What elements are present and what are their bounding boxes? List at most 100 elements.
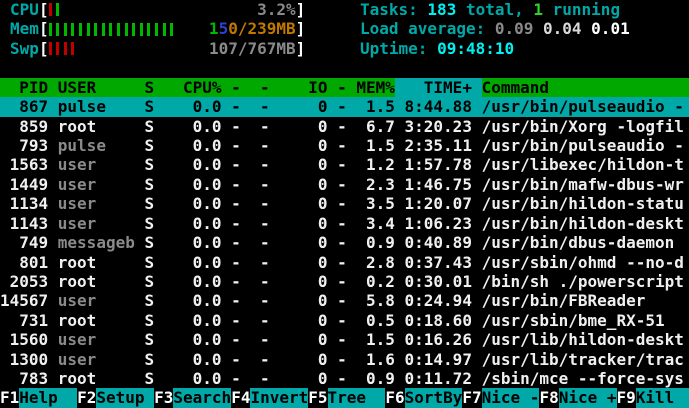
cell-user: user: [58, 330, 145, 349]
column-header-mem[interactable]: MEM%: [347, 78, 395, 97]
cell-user: user: [58, 291, 145, 310]
fn-key-label: F3: [154, 388, 173, 407]
cell-dash2: -: [241, 350, 270, 369]
cell-sort-gap: [472, 350, 482, 369]
cell-user: root: [58, 117, 145, 136]
cell-pid: 2053: [0, 272, 48, 291]
fn-action-label: Kill: [636, 388, 689, 407]
cell-sort-gap: [472, 117, 482, 136]
fn-button-f7[interactable]: F7 Nice -: [462, 388, 539, 407]
cell-dash2: -: [241, 311, 270, 330]
load-average-line: Load average:0.090.040.01: [360, 19, 630, 38]
cell-command: /sbin/mce --force-sys: [482, 369, 689, 388]
process-row-selected[interactable]: 867 pulse S 0.0 - - 0 - 1.5 8:44.88 /usr…: [0, 97, 689, 116]
process-row[interactable]: 1134 user S 0.0 - - 0 - 3.5 1:20.07 /usr…: [0, 194, 689, 213]
column-header-command[interactable]: Command: [482, 78, 689, 97]
cell-pid: 1134: [0, 194, 48, 213]
fn-button-f5[interactable]: F5 Tree: [308, 388, 385, 407]
cell-dash2: -: [241, 97, 270, 116]
cell-command: /usr/lib/hildon-deskt: [482, 330, 689, 349]
process-row[interactable]: 801 root S 0.0 - - 0 - 2.8 0:37.43 /usr/…: [0, 253, 689, 272]
cell-dash2: -: [241, 369, 270, 388]
fn-button-f1[interactable]: F1 Help: [0, 388, 77, 407]
process-row[interactable]: 859 root S 0.0 - - 0 - 6.7 3:20.23 /usr/…: [0, 117, 689, 136]
process-row[interactable]: 749 messageb S 0.0 - - 0 - 0.9 0:40.89 /…: [0, 233, 689, 252]
cell-command: /usr/lib/tracker/trac: [482, 350, 689, 369]
tasks-label: Tasks:: [360, 0, 418, 19]
tasks-total-count: 183: [427, 0, 456, 19]
cell-cpu: 0.0: [154, 194, 221, 213]
cell-state: S: [144, 369, 154, 388]
cell-pid: 1300: [0, 350, 48, 369]
cell-dash1: -: [222, 330, 241, 349]
cell-cpu: 0.0: [154, 117, 221, 136]
cell-dash1: -: [222, 272, 241, 291]
tasks-running-count: 1: [533, 0, 543, 19]
red-meter-bar: [71, 42, 74, 55]
cell-dash3: -: [327, 330, 346, 349]
column-header-sort-gap: [472, 78, 482, 97]
cell-state: S: [144, 194, 154, 213]
cell-sort-gap: [472, 214, 482, 233]
fn-button-f4[interactable]: F4 Invert: [231, 388, 308, 407]
process-row[interactable]: 1300 user S 0.0 - - 0 - 1.6 0:14.97 /usr…: [0, 350, 689, 369]
process-row[interactable]: 1143 user S 0.0 - - 0 - 3.4 1:06.23 /usr…: [0, 214, 689, 233]
column-header-dash1[interactable]: -: [222, 78, 241, 97]
fn-action-label: Nice +: [559, 388, 617, 407]
process-row[interactable]: 1449 user S 0.0 - - 0 - 2.3 1:46.75 /usr…: [0, 175, 689, 194]
cell-state: S: [144, 291, 154, 310]
green-meter-bar: [56, 23, 59, 36]
cell-dash3: -: [327, 350, 346, 369]
fn-button-f8[interactable]: F8 Nice +: [539, 388, 616, 407]
process-row[interactable]: 783 root S 0.0 - - 0 - 0.9 0:11.72 /sbin…: [0, 369, 689, 388]
fn-button-f2[interactable]: F2 Setup: [77, 388, 154, 407]
process-row[interactable]: 2053 root S 0.0 - - 0 - 0.2 0:30.01 /bin…: [0, 272, 689, 291]
fn-button-f9[interactable]: F9 Kill: [617, 388, 689, 407]
fn-button-f3[interactable]: F3 Search: [154, 388, 231, 407]
cell-user: pulse: [58, 136, 145, 155]
column-header-state[interactable]: S: [144, 78, 154, 97]
green-meter-bar: [71, 23, 74, 36]
fn-button-f6[interactable]: F6 SortBy: [385, 388, 462, 407]
process-row[interactable]: 793 pulse S 0.0 - - 0 - 1.5 2:35.11 /usr…: [0, 136, 689, 155]
column-header-user[interactable]: USER: [58, 78, 145, 97]
process-row[interactable]: 731 root S 0.0 - - 0 - 0.5 0:18.60 /usr/…: [0, 311, 689, 330]
cell-dash1: -: [222, 194, 241, 213]
process-row[interactable]: 1560 user S 0.0 - - 0 - 1.5 0:16.26 /usr…: [0, 330, 689, 349]
cell-dash2: -: [241, 291, 270, 310]
cell-dash2: -: [241, 233, 270, 252]
cell-dash1: -: [222, 291, 241, 310]
cell-pid: 859: [0, 117, 48, 136]
cell-time: 1:06.23: [395, 214, 472, 233]
cell-dash2: -: [241, 194, 270, 213]
column-header-dash2[interactable]: -: [241, 78, 270, 97]
column-header-time-sorted[interactable]: TIME+: [395, 78, 472, 97]
cell-dash2: -: [241, 155, 270, 174]
cell-cpu: 0.0: [154, 350, 221, 369]
process-row[interactable]: 1563 user S 0.0 - - 0 - 1.2 1:57.78 /usr…: [0, 155, 689, 174]
cell-command: /usr/bin/hildon-deskt: [482, 214, 689, 233]
cell-state: S: [144, 214, 154, 233]
cell-time: 8:44.88: [395, 97, 472, 116]
cell-cpu: 0.0: [154, 330, 221, 349]
column-header-io[interactable]: IO: [270, 78, 328, 97]
fn-key-label: F6: [385, 388, 404, 407]
cell-io: 0: [270, 97, 328, 116]
red-meter-bar: [56, 42, 59, 55]
cell-gap: [48, 330, 58, 349]
cell-cpu: 0.0: [154, 155, 221, 174]
cell-command: /usr/bin/dbus-daemon: [482, 233, 689, 252]
swap-meter-close-bracket: ]: [296, 39, 306, 58]
cell-sort-gap: [472, 155, 482, 174]
swap-meter-value: 107/767MB: [209, 39, 296, 58]
process-row[interactable]: 14567 user S 0.0 - - 0 - 5.8 0:24.94 /us…: [0, 291, 689, 310]
column-header-pid[interactable]: PID: [0, 78, 48, 97]
cell-user: root: [58, 369, 145, 388]
column-header-cpu[interactable]: CPU%: [154, 78, 221, 97]
cell-mem: 2.8: [347, 253, 395, 272]
column-header-dash3[interactable]: -: [327, 78, 346, 97]
uptime-line: Uptime:09:48:10: [360, 39, 630, 58]
cell-mem: 2.3: [347, 175, 395, 194]
cell-gap: [48, 214, 58, 233]
cell-dash1: -: [222, 136, 241, 155]
